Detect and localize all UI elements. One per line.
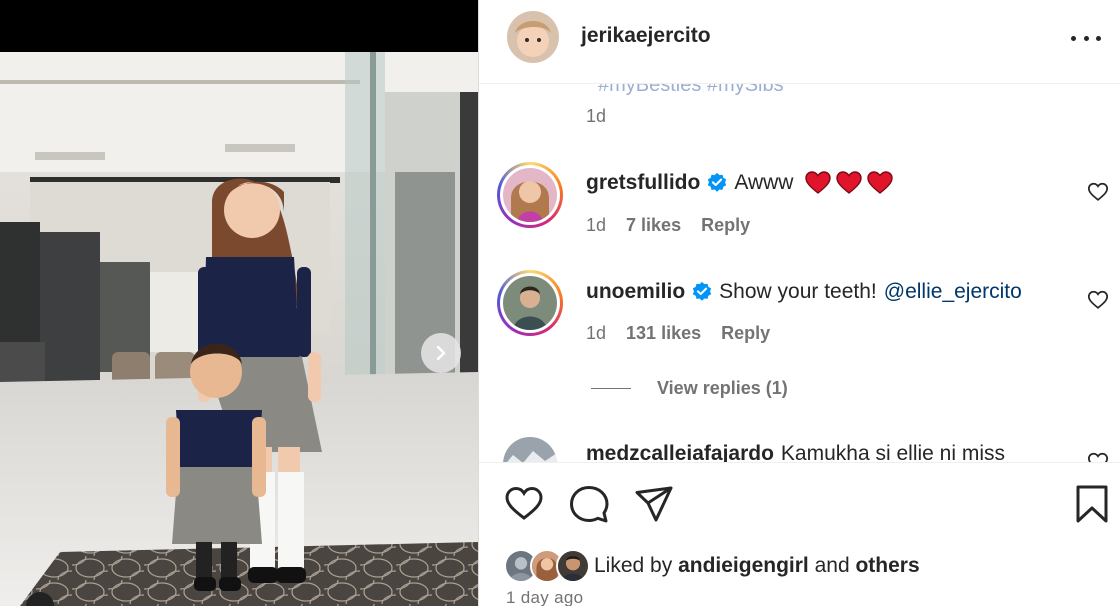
view-replies-button[interactable]: View replies (1) <box>591 378 788 399</box>
liked-by-others-link[interactable]: others <box>855 554 919 577</box>
liked-by-summary[interactable]: Liked by andieigengirl and others <box>504 549 920 583</box>
commenter-avatar[interactable] <box>497 162 563 228</box>
caption-hashtags[interactable]: #myBesties #mySibs <box>598 84 784 97</box>
caption-timestamp: 1d <box>586 106 607 126</box>
comment-timestamp: 1d <box>586 215 607 235</box>
mention-link[interactable]: @ellie_ejercito <box>884 280 1022 304</box>
actions-divider <box>479 462 1120 463</box>
like-comment-heart-icon[interactable] <box>1087 451 1109 462</box>
verified-badge-icon <box>708 172 727 192</box>
post-media[interactable] <box>0 0 478 606</box>
view-replies-label: View replies (1) <box>657 378 788 398</box>
post-timestamp: 1 day ago <box>506 588 584 606</box>
liked-by-user-link[interactable]: andieigengirl <box>678 554 809 577</box>
replies-divider-line <box>591 388 631 389</box>
more-options-icon[interactable] <box>1071 26 1101 50</box>
comment-text: Kamukha si ellie ni miss <box>780 442 1006 462</box>
commenter-avatar[interactable] <box>503 437 557 462</box>
comment-timestamp: 1d <box>586 323 607 343</box>
reply-button[interactable]: Reply <box>701 215 750 236</box>
like-comment-heart-icon[interactable] <box>1087 181 1109 203</box>
post-header: jerikaejercito <box>479 0 1120 84</box>
reply-button[interactable]: Reply <box>721 323 770 344</box>
comment-bubble-icon[interactable] <box>569 484 609 524</box>
comment-username[interactable]: medzcalleiafajardo <box>586 442 774 462</box>
chevron-right-icon <box>436 345 446 361</box>
comment-text: Awww <box>734 171 794 194</box>
liked-by-prefix: Liked by <box>594 554 673 577</box>
comments-list[interactable]: #myBesties #mySibs 1d gretsfullido Awww <box>479 84 1120 462</box>
comment-username[interactable]: unoemilio <box>586 280 685 304</box>
like-comment-heart-icon[interactable] <box>1087 289 1109 311</box>
liked-by-text[interactable]: Liked by andieigengirl and others <box>594 554 920 578</box>
verified-badge-icon <box>693 281 712 301</box>
liker-avatar <box>556 549 590 583</box>
author-username[interactable]: jerikaejercito <box>581 24 711 48</box>
red-heart-emoji-icon <box>867 171 894 194</box>
red-heart-emoji-icon <box>805 171 832 194</box>
comment-username[interactable]: gretsfullido <box>586 171 700 195</box>
post-photo <box>0 52 478 606</box>
commenter-avatar[interactable] <box>497 270 563 336</box>
red-heart-emoji-icon <box>836 171 863 194</box>
comment-likes-count[interactable]: 7 likes <box>626 215 681 236</box>
heart-outline-icon[interactable] <box>504 484 544 524</box>
bookmark-icon[interactable] <box>1072 484 1112 524</box>
liked-by-and: and <box>814 554 850 577</box>
comment-text: Show your teeth! <box>719 280 877 303</box>
author-avatar[interactable] <box>507 11 559 63</box>
carousel-next-button[interactable] <box>421 333 461 373</box>
media-top-letterbox <box>0 0 478 52</box>
paper-plane-icon[interactable] <box>634 484 674 524</box>
comment-likes-count[interactable]: 131 likes <box>626 323 701 344</box>
